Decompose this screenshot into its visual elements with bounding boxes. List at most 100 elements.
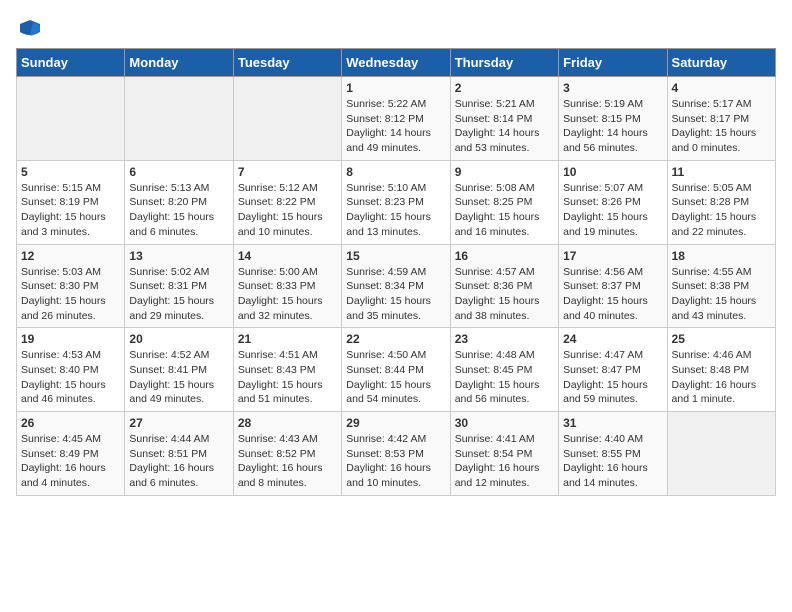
day-content: Sunrise: 5:21 AMSunset: 8:14 PMDaylight:… — [455, 97, 554, 156]
day-content: Sunrise: 4:48 AMSunset: 8:45 PMDaylight:… — [455, 348, 554, 407]
day-number: 29 — [346, 416, 445, 430]
day-cell — [667, 412, 775, 496]
day-cell: 15 Sunrise: 4:59 AMSunset: 8:34 PMDayligh… — [342, 244, 450, 328]
day-number: 17 — [563, 249, 662, 263]
day-cell: 20 Sunrise: 4:52 AMSunset: 8:41 PMDayligh… — [125, 328, 233, 412]
day-cell: 31Sunrise: 4:40 AMSunset: 8:55 PMDayligh… — [559, 412, 667, 496]
day-cell — [17, 77, 125, 161]
day-content: Sunrise: 4:46 AMSunset: 8:48 PMDaylight:… — [672, 348, 771, 407]
day-cell: 24 Sunrise: 4:47 AMSunset: 8:47 PMDayligh… — [559, 328, 667, 412]
day-number: 9 — [455, 165, 554, 179]
day-content: Sunrise: 5:10 AMSunset: 8:23 PMDaylight:… — [346, 181, 445, 240]
day-cell: 27 Sunrise: 4:44 AMSunset: 8:51 PMDayligh… — [125, 412, 233, 496]
week-row-3: 12 Sunrise: 5:03 AMSunset: 8:30 PMDayligh… — [17, 244, 776, 328]
day-cell: 25Sunrise: 4:46 AMSunset: 8:48 PMDayligh… — [667, 328, 775, 412]
day-cell: 7 Sunrise: 5:12 AMSunset: 8:22 PMDaylight… — [233, 160, 341, 244]
day-cell: 1 Sunrise: 5:22 AMSunset: 8:12 PMDaylight… — [342, 77, 450, 161]
day-number: 8 — [346, 165, 445, 179]
day-number: 24 — [563, 332, 662, 346]
day-content: Sunrise: 4:59 AMSunset: 8:34 PMDaylight:… — [346, 265, 445, 324]
day-content: Sunrise: 5:02 AMSunset: 8:31 PMDaylight:… — [129, 265, 228, 324]
day-content: Sunrise: 4:43 AMSunset: 8:52 PMDaylight:… — [238, 432, 337, 491]
day-cell: 22Sunrise: 4:50 AMSunset: 8:44 PMDayligh… — [342, 328, 450, 412]
day-content: Sunrise: 4:44 AMSunset: 8:51 PMDaylight:… — [129, 432, 228, 491]
day-cell: 30 Sunrise: 4:41 AMSunset: 8:54 PMDayligh… — [450, 412, 558, 496]
day-content: Sunrise: 5:15 AMSunset: 8:19 PMDaylight:… — [21, 181, 120, 240]
day-number: 28 — [238, 416, 337, 430]
day-number: 30 — [455, 416, 554, 430]
day-content: Sunrise: 5:19 AMSunset: 8:15 PMDaylight:… — [563, 97, 662, 156]
day-number: 21 — [238, 332, 337, 346]
day-content: Sunrise: 4:45 AMSunset: 8:49 PMDaylight:… — [21, 432, 120, 491]
day-cell: 9 Sunrise: 5:08 AMSunset: 8:25 PMDaylight… — [450, 160, 558, 244]
day-number: 22 — [346, 332, 445, 346]
day-cell: 23 Sunrise: 4:48 AMSunset: 8:45 PMDayligh… — [450, 328, 558, 412]
day-content: Sunrise: 4:52 AMSunset: 8:41 PMDaylight:… — [129, 348, 228, 407]
day-cell: 17 Sunrise: 4:56 AMSunset: 8:37 PMDayligh… — [559, 244, 667, 328]
day-content: Sunrise: 5:08 AMSunset: 8:25 PMDaylight:… — [455, 181, 554, 240]
day-number: 27 — [129, 416, 228, 430]
days-header-row: SundayMondayTuesdayWednesdayThursdayFrid… — [17, 49, 776, 77]
day-header-monday: Monday — [125, 49, 233, 77]
day-number: 16 — [455, 249, 554, 263]
day-number: 19 — [21, 332, 120, 346]
day-number: 3 — [563, 81, 662, 95]
day-content: Sunrise: 4:53 AMSunset: 8:40 PMDaylight:… — [21, 348, 120, 407]
day-cell: 18 Sunrise: 4:55 AMSunset: 8:38 PMDayligh… — [667, 244, 775, 328]
day-number: 15 — [346, 249, 445, 263]
calendar-table: SundayMondayTuesdayWednesdayThursdayFrid… — [16, 48, 776, 496]
day-header-tuesday: Tuesday — [233, 49, 341, 77]
day-cell: 10 Sunrise: 5:07 AMSunset: 8:26 PMDayligh… — [559, 160, 667, 244]
day-cell: 11Sunrise: 5:05 AMSunset: 8:28 PMDayligh… — [667, 160, 775, 244]
day-number: 5 — [21, 165, 120, 179]
day-number: 10 — [563, 165, 662, 179]
day-cell: 6 Sunrise: 5:13 AMSunset: 8:20 PMDaylight… — [125, 160, 233, 244]
day-content: Sunrise: 5:12 AMSunset: 8:22 PMDaylight:… — [238, 181, 337, 240]
day-header-wednesday: Wednesday — [342, 49, 450, 77]
day-cell: 8 Sunrise: 5:10 AMSunset: 8:23 PMDaylight… — [342, 160, 450, 244]
week-row-4: 19 Sunrise: 4:53 AMSunset: 8:40 PMDayligh… — [17, 328, 776, 412]
day-content: Sunrise: 4:42 AMSunset: 8:53 PMDaylight:… — [346, 432, 445, 491]
day-cell: 3 Sunrise: 5:19 AMSunset: 8:15 PMDaylight… — [559, 77, 667, 161]
week-row-5: 26 Sunrise: 4:45 AMSunset: 8:49 PMDayligh… — [17, 412, 776, 496]
day-header-sunday: Sunday — [17, 49, 125, 77]
day-number: 1 — [346, 81, 445, 95]
day-content: Sunrise: 5:07 AMSunset: 8:26 PMDaylight:… — [563, 181, 662, 240]
day-content: Sunrise: 4:47 AMSunset: 8:47 PMDaylight:… — [563, 348, 662, 407]
day-cell — [233, 77, 341, 161]
day-content: Sunrise: 5:22 AMSunset: 8:12 PMDaylight:… — [346, 97, 445, 156]
day-content: Sunrise: 4:56 AMSunset: 8:37 PMDaylight:… — [563, 265, 662, 324]
day-cell: 13 Sunrise: 5:02 AMSunset: 8:31 PMDayligh… — [125, 244, 233, 328]
logo-icon — [18, 16, 42, 40]
day-cell: 2Sunrise: 5:21 AMSunset: 8:14 PMDaylight… — [450, 77, 558, 161]
day-cell: 19 Sunrise: 4:53 AMSunset: 8:40 PMDayligh… — [17, 328, 125, 412]
day-content: Sunrise: 4:57 AMSunset: 8:36 PMDaylight:… — [455, 265, 554, 324]
day-header-saturday: Saturday — [667, 49, 775, 77]
day-content: Sunrise: 5:03 AMSunset: 8:30 PMDaylight:… — [21, 265, 120, 324]
day-content: Sunrise: 5:00 AMSunset: 8:33 PMDaylight:… — [238, 265, 337, 324]
day-number: 26 — [21, 416, 120, 430]
logo — [16, 16, 42, 40]
day-number: 18 — [672, 249, 771, 263]
day-number: 12 — [21, 249, 120, 263]
day-number: 23 — [455, 332, 554, 346]
day-content: Sunrise: 5:17 AMSunset: 8:17 PMDaylight:… — [672, 97, 771, 156]
day-content: Sunrise: 4:40 AMSunset: 8:55 PMDaylight:… — [563, 432, 662, 491]
day-cell: 28 Sunrise: 4:43 AMSunset: 8:52 PMDayligh… — [233, 412, 341, 496]
day-cell: 14 Sunrise: 5:00 AMSunset: 8:33 PMDayligh… — [233, 244, 341, 328]
day-content: Sunrise: 4:55 AMSunset: 8:38 PMDaylight:… — [672, 265, 771, 324]
day-number: 7 — [238, 165, 337, 179]
day-header-thursday: Thursday — [450, 49, 558, 77]
day-number: 13 — [129, 249, 228, 263]
day-number: 6 — [129, 165, 228, 179]
day-content: Sunrise: 5:13 AMSunset: 8:20 PMDaylight:… — [129, 181, 228, 240]
day-cell: 5 Sunrise: 5:15 AMSunset: 8:19 PMDaylight… — [17, 160, 125, 244]
day-header-friday: Friday — [559, 49, 667, 77]
day-number: 20 — [129, 332, 228, 346]
day-number: 4 — [672, 81, 771, 95]
day-number: 14 — [238, 249, 337, 263]
day-content: Sunrise: 4:41 AMSunset: 8:54 PMDaylight:… — [455, 432, 554, 491]
day-cell: 12 Sunrise: 5:03 AMSunset: 8:30 PMDayligh… — [17, 244, 125, 328]
day-cell: 26 Sunrise: 4:45 AMSunset: 8:49 PMDayligh… — [17, 412, 125, 496]
day-cell: 4 Sunrise: 5:17 AMSunset: 8:17 PMDaylight… — [667, 77, 775, 161]
